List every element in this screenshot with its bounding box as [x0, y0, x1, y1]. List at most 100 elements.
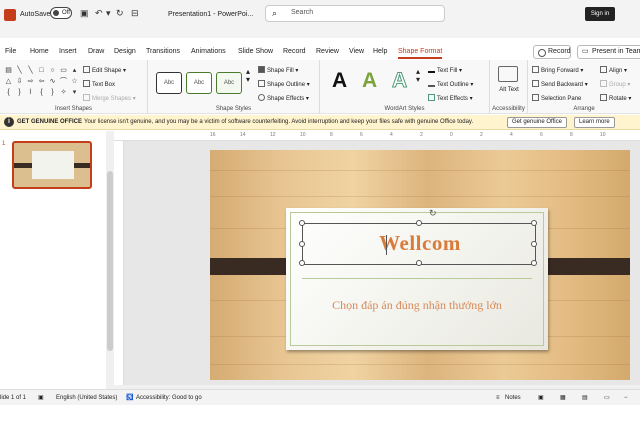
tab-draw[interactable]: Draw	[88, 47, 104, 57]
more-shapes-icon[interactable]: ▴	[70, 66, 79, 75]
scrollbar-thumb[interactable]	[107, 171, 113, 351]
rectangle-shape-icon[interactable]: □	[37, 66, 46, 75]
selection-pane-button[interactable]: Selection Pane	[532, 94, 581, 103]
undo-icon[interactable]: ↶	[95, 7, 103, 19]
line-shape-icon[interactable]: ╲	[26, 66, 35, 75]
shape-outline-button[interactable]: Shape Outline ▾	[258, 80, 310, 89]
present-from-start-icon[interactable]: ⊟	[131, 7, 139, 19]
learn-more-button[interactable]: Learn more	[574, 117, 615, 128]
rotate-button[interactable]: Rotate ▾	[600, 94, 631, 103]
accessibility-icon[interactable]: ♿	[126, 394, 133, 402]
star-shape-icon[interactable]: ✧	[59, 88, 68, 97]
brace-shape-icon[interactable]: }	[48, 88, 57, 97]
wordart-scroll-icon[interactable]: ▴ ▾	[416, 68, 420, 84]
tab-animations[interactable]: Animations	[191, 47, 226, 57]
tab-shape-format[interactable]: Shape Format	[398, 47, 443, 59]
resize-handle[interactable]	[299, 220, 305, 226]
rotate-handle-icon[interactable]: ↻	[429, 209, 437, 218]
tab-record[interactable]: Record	[283, 47, 306, 57]
tab-design[interactable]: Design	[114, 47, 136, 57]
slide-show-icon[interactable]: ▭	[604, 394, 610, 402]
wordart-style-outline[interactable]: A	[391, 68, 407, 94]
triangle-shape-icon[interactable]: △	[4, 77, 13, 86]
get-genuine-office-button[interactable]: Get genuine Office	[507, 117, 567, 128]
resize-handle[interactable]	[531, 260, 537, 266]
curve-shape-icon[interactable]: ⌇	[26, 88, 35, 97]
accessibility-status[interactable]: Accessibility: Good to go	[136, 394, 202, 402]
textbox-shape-icon[interactable]: ▤	[4, 66, 13, 75]
rectangle-shape-icon[interactable]: ▭	[59, 66, 68, 75]
reading-view-icon[interactable]: ▤	[582, 394, 588, 402]
title-placeholder-selection[interactable]: ↻ Wellcom	[299, 209, 537, 266]
align-button[interactable]: Align ▾	[600, 66, 627, 75]
text-box-button[interactable]: Text Box	[83, 80, 115, 89]
curve-shape-icon[interactable]: ∿	[48, 77, 57, 86]
slide-subtitle[interactable]: Chọn đáp án đúng nhận thưởng lớn	[286, 298, 548, 313]
tab-insert[interactable]: Insert	[59, 47, 77, 57]
save-icon[interactable]: ▣	[80, 7, 89, 19]
more-shapes-icon[interactable]: ▾	[70, 88, 79, 97]
shape-fill-button[interactable]: Shape Fill ▾	[258, 66, 298, 75]
language-status[interactable]: English (United States)	[56, 394, 117, 402]
tab-file[interactable]: File	[5, 47, 16, 57]
arrow-shape-icon[interactable]: ⇨	[26, 77, 35, 86]
tab-home[interactable]: Home	[30, 47, 49, 57]
shape-style-3[interactable]: Abc	[216, 72, 242, 94]
text-outline-button[interactable]: Text Outline ▾	[428, 80, 473, 89]
brace-shape-icon[interactable]: }	[15, 88, 24, 97]
text-fill-button[interactable]: Text Fill ▾	[428, 66, 462, 75]
search-box[interactable]: ⌕ Search	[265, 5, 445, 22]
sign-in-button[interactable]: Sign in	[585, 7, 615, 21]
resize-handle[interactable]	[531, 241, 537, 247]
shape-style-2[interactable]: Abc	[186, 72, 212, 94]
styles-scroll-icon[interactable]: ▴ ▾	[246, 68, 250, 84]
zoom-out-icon[interactable]: −	[624, 394, 628, 402]
spelling-icon[interactable]: ▣	[38, 394, 44, 402]
wordart-style-green[interactable]: A	[362, 68, 377, 94]
resize-handle[interactable]	[531, 220, 537, 226]
brace-shape-icon[interactable]: ⌒	[59, 77, 68, 86]
brace-shape-icon[interactable]: {	[37, 88, 46, 97]
line-shape-icon[interactable]: ╲	[15, 66, 24, 75]
license-notice-bar: i GET GENUINE OFFICE Your license isn't …	[0, 115, 640, 130]
star-shape-icon[interactable]: ☆	[70, 77, 79, 86]
normal-view-icon[interactable]: ▣	[538, 394, 544, 402]
oval-shape-icon[interactable]: ○	[48, 66, 57, 75]
tab-slide-show[interactable]: Slide Show	[238, 47, 273, 57]
autosave-toggle[interactable]: Off	[50, 7, 72, 19]
tab-view[interactable]: View	[349, 47, 364, 57]
notes-icon[interactable]: ≡	[496, 394, 500, 402]
shape-style-1[interactable]: Abc	[156, 72, 182, 94]
chevron-down-icon[interactable]: ▾	[106, 7, 111, 19]
edit-shape-button[interactable]: Edit Shape ▾	[83, 66, 126, 75]
text-effects-button[interactable]: Text Effects ▾	[428, 94, 473, 103]
slide-title[interactable]: Wellcom	[303, 231, 537, 256]
resize-handle[interactable]	[416, 260, 422, 266]
arrow-shape-icon[interactable]: ⇩	[15, 77, 24, 86]
redo-icon[interactable]: ↻	[116, 7, 124, 19]
slide-thumbnail[interactable]	[12, 141, 92, 189]
resize-handle[interactable]	[299, 241, 305, 247]
record-button[interactable]: Record	[533, 45, 571, 59]
arrow-shape-icon[interactable]: ⇦	[37, 77, 46, 86]
slide-sorter-icon[interactable]: ▦	[560, 394, 566, 402]
resize-handle[interactable]	[299, 260, 305, 266]
bring-forward-button[interactable]: Bring Forward ▾	[532, 66, 583, 75]
present-in-teams-button[interactable]: Present in Teams	[577, 45, 640, 59]
slide[interactable]: ↻ Wellcom Chọn đáp án đúng nhận thưởng l…	[210, 150, 630, 380]
tab-review[interactable]: Review	[316, 47, 339, 57]
tab-transitions[interactable]: Transitions	[146, 47, 180, 57]
send-backward-button[interactable]: Send Backward ▾	[532, 80, 588, 89]
wordart-style-black[interactable]: A	[332, 68, 347, 94]
notes-button[interactable]: Notes	[505, 394, 521, 402]
resize-handle[interactable]	[416, 220, 422, 226]
ruler-number: 2	[480, 132, 483, 138]
tab-help[interactable]: Help	[373, 47, 387, 57]
shapes-gallery[interactable]: ▤ ╲ ╲ □ ○ ▭ ▴ △ ⇩ ⇨ ⇦ ∿ ⌒ ☆ { } ⌇ { } ✧ …	[4, 66, 77, 97]
autosave-state: Off	[62, 10, 70, 16]
shape-effects-button[interactable]: Shape Effects ▾	[258, 94, 309, 103]
card-divider	[302, 278, 532, 279]
alt-text-button[interactable]: Alt Text	[499, 86, 519, 94]
vertical-scrollbar[interactable]	[106, 131, 114, 389]
brace-shape-icon[interactable]: {	[4, 88, 13, 97]
